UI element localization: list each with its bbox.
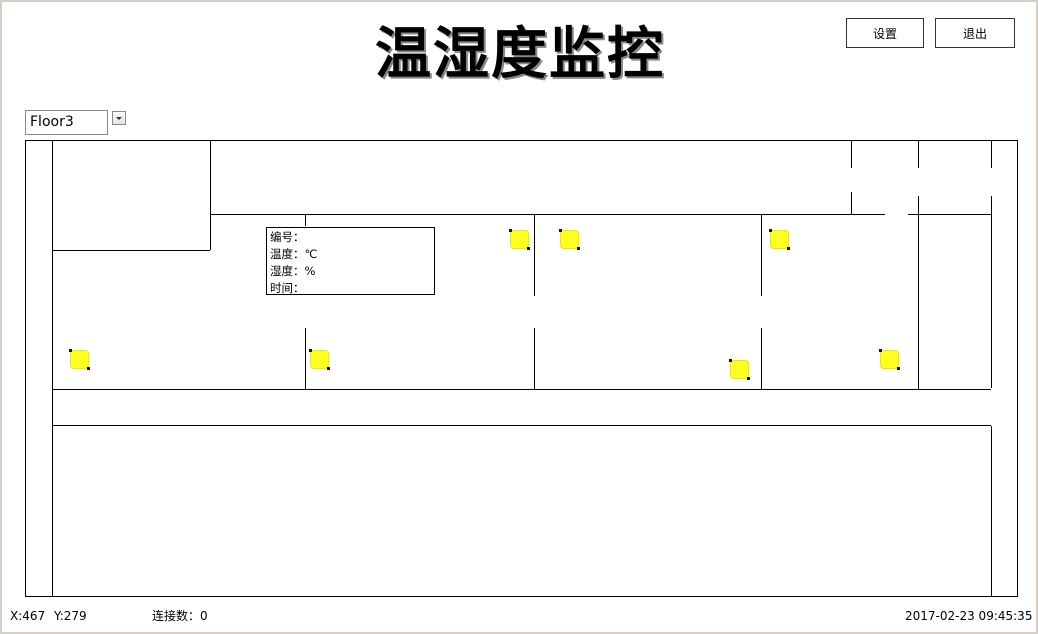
sensor-marker[interactable] — [769, 229, 790, 250]
connection-count: 连接数：0 — [152, 609, 208, 623]
info-time: 时间： — [270, 281, 305, 295]
current-datetime: 2017-02-23 09:45:35 — [905, 609, 1033, 623]
cursor-y-readout: Y:279 — [54, 609, 87, 623]
sensor-marker[interactable] — [879, 349, 900, 370]
plan-outer-wall — [25, 140, 1018, 597]
cursor-x-readout: X:467 — [10, 609, 46, 623]
sensor-marker[interactable] — [559, 229, 580, 250]
sensor-marker[interactable] — [309, 349, 330, 370]
sensor-marker[interactable] — [729, 359, 750, 380]
sensor-info-popup: 编号： 温度：℃ 湿度：% 时间： — [266, 227, 435, 295]
info-humidity: 湿度：% — [270, 264, 316, 278]
floor-plan — [25, 140, 1018, 597]
info-id: 编号： — [270, 230, 305, 244]
sensor-marker[interactable] — [69, 349, 90, 370]
info-temperature: 温度：℃ — [270, 247, 318, 261]
sensor-marker[interactable] — [509, 229, 530, 250]
